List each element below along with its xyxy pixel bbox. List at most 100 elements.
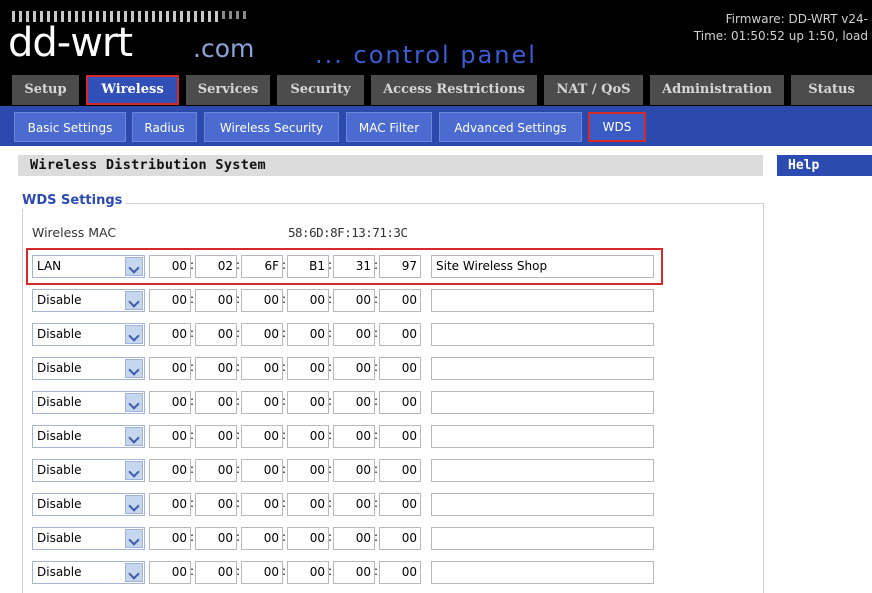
mac-octet-input[interactable]: 00 [149,391,191,414]
mac-octet-input[interactable]: 00 [241,391,283,414]
mac-octet-input[interactable]: 00 [333,493,375,516]
wds-description-input[interactable] [431,561,654,584]
tab-access-restrictions[interactable]: Access Restrictions [371,75,537,105]
mac-octet-input[interactable]: 00 [379,527,421,550]
chevron-down-icon[interactable] [125,291,143,310]
mac-octet-input[interactable]: 00 [149,289,191,312]
mac-octet-input[interactable]: 00 [241,323,283,346]
mac-octet-input[interactable]: 00 [379,561,421,584]
mac-octet-input[interactable]: 00 [241,561,283,584]
subtab-basic-settings[interactable]: Basic Settings [14,112,126,142]
mac-octet-input[interactable]: 00 [149,425,191,448]
mac-octet-input[interactable]: 00 [379,357,421,380]
mac-octet-input[interactable]: 00 [241,527,283,550]
mac-octet-input[interactable]: 00 [379,391,421,414]
wds-description-input[interactable]: Site Wireless Shop [431,255,654,278]
tab-wireless[interactable]: Wireless [86,75,179,105]
mac-octet-input[interactable]: 02 [195,255,237,278]
mac-octet-input[interactable]: 00 [333,289,375,312]
mac-octet-input[interactable]: 00 [241,425,283,448]
subtab-wds[interactable]: WDS [588,112,646,142]
mac-octet-input[interactable]: 00 [379,459,421,482]
mac-octet-input[interactable]: 00 [149,527,191,550]
mac-octet-input[interactable]: 00 [195,493,237,516]
mac-octet-input[interactable]: 00 [287,527,329,550]
chevron-down-icon[interactable] [125,495,143,514]
help-heading[interactable]: Help [777,155,872,176]
chevron-down-icon[interactable] [125,393,143,412]
mac-octet-input[interactable]: 00 [287,357,329,380]
mac-octet-input[interactable]: 00 [241,459,283,482]
mac-octet-input[interactable]: 00 [195,459,237,482]
chevron-down-icon[interactable] [125,563,143,582]
wds-mode-select[interactable]: Disable [32,527,145,550]
mac-octet-input[interactable]: 00 [149,323,191,346]
mac-octet-input[interactable]: 00 [149,561,191,584]
wds-description-input[interactable] [431,493,654,516]
mac-octet-input[interactable]: 00 [287,459,329,482]
mac-octet-input[interactable]: 00 [379,425,421,448]
wds-description-input[interactable] [431,527,654,550]
mac-octet-input[interactable]: 00 [149,255,191,278]
mac-octet-input[interactable]: 00 [287,493,329,516]
mac-octet-input[interactable]: B1 [287,255,329,278]
tab-status[interactable]: Status [791,75,872,105]
wds-mode-select[interactable]: Disable [32,493,145,516]
mac-octet-input[interactable]: 00 [241,357,283,380]
mac-octet-input[interactable]: 00 [287,561,329,584]
mac-octet-input[interactable]: 00 [195,323,237,346]
wds-mode-select[interactable]: Disable [32,357,145,380]
mac-octet-input[interactable]: 00 [379,493,421,516]
wds-mode-select[interactable]: Disable [32,391,145,414]
wds-description-input[interactable] [431,425,654,448]
wds-mode-select[interactable]: LAN [32,255,145,278]
mac-octet-input[interactable]: 00 [149,459,191,482]
mac-octet-input[interactable]: 00 [333,561,375,584]
mac-octet-input[interactable]: 00 [195,561,237,584]
mac-octet-input[interactable]: 00 [195,357,237,380]
mac-octet-input[interactable]: 00 [379,289,421,312]
wds-mode-select[interactable]: Disable [32,323,145,346]
mac-octet-input[interactable]: 00 [287,425,329,448]
mac-octet-input[interactable]: 00 [287,289,329,312]
mac-octet-input[interactable]: 00 [195,391,237,414]
subtab-radius[interactable]: Radius [132,112,197,142]
wds-mode-select[interactable]: Disable [32,561,145,584]
mac-octet-input[interactable]: 97 [379,255,421,278]
wds-description-input[interactable] [431,357,654,380]
wds-description-input[interactable] [431,391,654,414]
wds-mode-select[interactable]: Disable [32,459,145,482]
chevron-down-icon[interactable] [125,359,143,378]
mac-octet-input[interactable]: 00 [333,527,375,550]
wds-mode-select[interactable]: Disable [32,425,145,448]
mac-octet-input[interactable]: 00 [241,289,283,312]
chevron-down-icon[interactable] [125,257,143,276]
tab-setup[interactable]: Setup [12,75,79,105]
subtab-wireless-security[interactable]: Wireless Security [204,112,339,142]
tab-services[interactable]: Services [186,75,270,105]
mac-octet-input[interactable]: 00 [333,357,375,380]
tab-security[interactable]: Security [277,75,364,105]
mac-octet-input[interactable]: 00 [379,323,421,346]
mac-octet-input[interactable]: 6F [241,255,283,278]
subtab-mac-filter[interactable]: MAC Filter [346,112,432,142]
mac-octet-input[interactable]: 00 [149,493,191,516]
chevron-down-icon[interactable] [125,529,143,548]
mac-octet-input[interactable]: 00 [241,493,283,516]
wds-description-input[interactable] [431,459,654,482]
wds-description-input[interactable] [431,323,654,346]
chevron-down-icon[interactable] [125,325,143,344]
wds-mode-select[interactable]: Disable [32,289,145,312]
chevron-down-icon[interactable] [125,427,143,446]
mac-octet-input[interactable]: 00 [333,323,375,346]
wds-description-input[interactable] [431,289,654,312]
mac-octet-input[interactable]: 31 [333,255,375,278]
mac-octet-input[interactable]: 00 [149,357,191,380]
mac-octet-input[interactable]: 00 [333,391,375,414]
mac-octet-input[interactable]: 00 [195,527,237,550]
mac-octet-input[interactable]: 00 [195,289,237,312]
tab-nat-qos[interactable]: NAT / QoS [544,75,643,105]
mac-octet-input[interactable]: 00 [195,425,237,448]
mac-octet-input[interactable]: 00 [333,459,375,482]
subtab-advanced-settings[interactable]: Advanced Settings [439,112,582,142]
